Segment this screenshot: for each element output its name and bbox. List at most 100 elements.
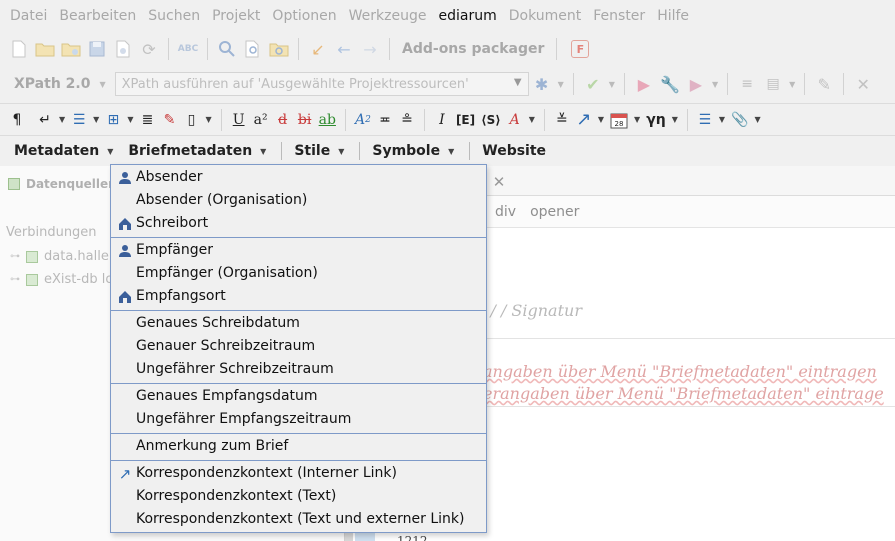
menu-item-ungefaehrer-empfangszeitraum[interactable]: Ungefährer Empfangszeitraum: [111, 409, 486, 431]
f-icon[interactable]: F: [571, 40, 590, 58]
menu-item-ungefaehrer-schreibzeitraum[interactable]: Ungefährer Schreibzeitraum: [111, 359, 486, 381]
column-icon[interactable]: ▯: [180, 107, 202, 133]
pilcrow-icon[interactable]: ¶: [6, 107, 28, 133]
menu-projekt[interactable]: Projekt: [206, 8, 266, 24]
format-indent-icon[interactable]: ≡: [734, 71, 760, 97]
attachment-caret-icon[interactable]: ▼: [754, 115, 760, 124]
close-icon[interactable]: ✕: [487, 170, 511, 194]
line-break-caret-icon[interactable]: ▼: [59, 115, 65, 124]
menu-datei[interactable]: Datei: [4, 8, 53, 24]
symbole-menu[interactable]: Symbole ▼: [366, 143, 463, 159]
open-url-icon[interactable]: [58, 36, 84, 62]
list-caret-icon[interactable]: ▼: [93, 115, 99, 124]
align-center-icon[interactable]: ≗: [396, 107, 418, 133]
chevron-down-icon[interactable]: ▼: [514, 77, 522, 88]
briefmetadaten-menu[interactable]: Briefmetadaten ▼: [122, 143, 275, 159]
calendar-icon[interactable]: 28: [607, 107, 631, 133]
page-break-icon[interactable]: ≣: [136, 107, 158, 133]
tree-item-data-halle[interactable]: ⊶ data.halle: [10, 249, 109, 264]
menu-hilfe[interactable]: Hilfe: [651, 8, 695, 24]
menu-suchen[interactable]: Suchen: [142, 8, 206, 24]
column-caret-icon[interactable]: ▼: [205, 115, 211, 124]
table-caret-icon[interactable]: ▼: [127, 115, 133, 124]
xpath-version-caret-icon[interactable]: ▼: [99, 80, 105, 89]
substitution-icon[interactable]: ab: [316, 107, 339, 133]
sic-icon[interactable]: ⟨S⟩: [478, 107, 504, 133]
table-icon[interactable]: ⊞: [102, 107, 124, 133]
menu-item-empfaenger-organisation[interactable]: Empfänger (Organisation): [111, 263, 486, 285]
xpath-version-select[interactable]: XPath 2.0: [6, 76, 96, 92]
note-icon[interactable]: A2: [352, 107, 374, 133]
back-arrow-icon[interactable]: ←: [331, 36, 357, 62]
arrow-down-left-icon[interactable]: ↙: [305, 36, 331, 62]
line-break-icon[interactable]: ↵: [34, 107, 56, 133]
menu-fenster[interactable]: Fenster: [587, 8, 651, 24]
menu-item-empfangsort[interactable]: Empfangsort: [111, 286, 486, 308]
forward-arrow-icon[interactable]: →: [357, 36, 383, 62]
edit-icon[interactable]: ✎: [811, 71, 837, 97]
indent-caret-icon[interactable]: ▼: [719, 115, 725, 124]
new-file-icon[interactable]: [6, 36, 32, 62]
menu-item-schreibort[interactable]: Schreibort: [111, 213, 486, 235]
menu-ediarum[interactable]: ediarum: [432, 8, 502, 24]
breadcrumb-opener[interactable]: opener: [530, 204, 579, 220]
tree-item-exist-db[interactable]: ⊶ eXist-db lo: [10, 272, 113, 287]
italic-icon[interactable]: I: [431, 107, 453, 133]
save-icon[interactable]: [84, 36, 110, 62]
menu-bearbeiten[interactable]: Bearbeiten: [53, 8, 142, 24]
deletion-icon[interactable]: d: [272, 107, 294, 133]
menu-item-genauer-schreibzeitraum[interactable]: Genauer Schreibzeitraum: [111, 336, 486, 358]
menu-optionen[interactable]: Optionen: [266, 8, 342, 24]
metadata-hint-line[interactable]: erangaben über Menü "Briefmetadaten" ein…: [483, 384, 884, 403]
configure-transform-icon[interactable]: 🔧: [657, 71, 683, 97]
website-menu[interactable]: Website: [476, 143, 552, 159]
addition-icon[interactable]: bi: [294, 107, 316, 133]
debug-icon[interactable]: ▶: [683, 71, 709, 97]
align-icon[interactable]: ≖: [374, 107, 396, 133]
pretty-print-icon[interactable]: ▤: [760, 71, 786, 97]
signatur-text[interactable]: : / / Signatur: [480, 301, 582, 320]
menu-item-empfaenger[interactable]: Empfänger: [111, 240, 486, 262]
link-caret-icon[interactable]: ▼: [598, 115, 604, 124]
hand-caret-icon[interactable]: ▼: [529, 115, 535, 124]
open-folder-icon[interactable]: [32, 36, 58, 62]
run-transform-icon[interactable]: ▶: [631, 71, 657, 97]
datenquellen-tab[interactable]: Datenquellen: [8, 174, 117, 194]
metadaten-menu[interactable]: Metadaten ▼: [8, 143, 122, 159]
underline-icon[interactable]: U: [228, 107, 250, 133]
spellcheck-icon[interactable]: ABC: [175, 36, 201, 62]
metadata-hint-line[interactable]: angaben über Menü "Briefmetadaten" eintr…: [483, 362, 877, 381]
attachment-icon[interactable]: 📎: [728, 107, 751, 133]
calendar-caret-icon[interactable]: ▼: [634, 115, 640, 124]
menu-item-absender[interactable]: Absender: [111, 167, 486, 189]
hand-icon[interactable]: A: [504, 107, 526, 133]
breadcrumb-div[interactable]: div: [495, 204, 516, 220]
save-all-icon[interactable]: [110, 36, 136, 62]
list-icon[interactable]: ☰: [68, 107, 90, 133]
menu-dokument[interactable]: Dokument: [503, 8, 588, 24]
superscript-icon[interactable]: a²: [250, 107, 272, 133]
unpin-icon[interactable]: ✕: [850, 71, 876, 97]
greek-caret-icon[interactable]: ▼: [672, 115, 678, 124]
footnote-icon[interactable]: ≚: [551, 107, 573, 133]
greek-icon[interactable]: γη: [643, 107, 669, 133]
xpath-input[interactable]: XPath ausführen auf 'Ausgewählte Projekt…: [114, 72, 529, 96]
menu-item-korrespondenz-interner-link[interactable]: ↗ Korrespondenzkontext (Interner Link): [111, 463, 486, 485]
validate-caret-icon[interactable]: ▼: [609, 80, 615, 89]
validate-icon[interactable]: ✔: [580, 71, 606, 97]
correction-icon[interactable]: ✎: [158, 107, 180, 133]
link-arrow-icon[interactable]: ↗: [573, 107, 595, 133]
menu-item-korrespondenz-text-externer-link[interactable]: Korrespondenzkontext (Text und externer …: [111, 509, 486, 531]
pretty-print-caret-icon[interactable]: ▼: [789, 80, 795, 89]
xpath-settings-caret-icon[interactable]: ▼: [558, 80, 564, 89]
expan-icon[interactable]: [E]: [453, 107, 478, 133]
stile-menu[interactable]: Stile ▼: [288, 143, 353, 159]
debug-caret-icon[interactable]: ▼: [712, 80, 718, 89]
menu-item-genaues-schreibdatum[interactable]: Genaues Schreibdatum: [111, 313, 486, 335]
find-icon[interactable]: [214, 36, 240, 62]
addons-packager-label[interactable]: Add-ons packager: [396, 41, 550, 57]
reload-icon[interactable]: ⟳: [136, 36, 162, 62]
replace-in-files-icon[interactable]: [266, 36, 292, 62]
menu-werkzeuge[interactable]: Werkzeuge: [343, 8, 433, 24]
menu-item-genaues-empfangsdatum[interactable]: Genaues Empfangsdatum: [111, 386, 486, 408]
